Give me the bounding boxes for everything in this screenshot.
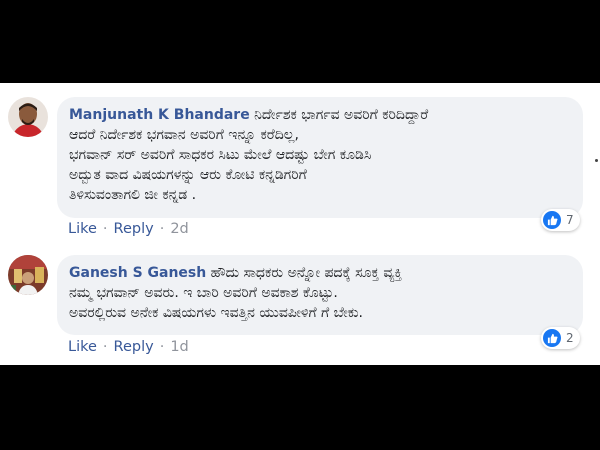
comment-text-line: ನಮ್ಮ ಭಗವಾನ್ ಅವರು. ಇ ಬಾರಿ ಅವರಿಗೆ ಅವಕಾಶ ಕೊ… xyxy=(69,285,338,301)
comment-text-line: ಭಗವಾನ್ ಸರ್ ಅವರಿಗೆ ಸಾಧಕರ ಸಿಟು ಮೇಲೆ ಆದಷ್ಟು… xyxy=(69,147,372,163)
reply-link[interactable]: Reply xyxy=(114,339,154,355)
separator: · xyxy=(159,221,165,237)
comment-text-line: ನಿರ್ದೇಶಕ ಭಾರ್ಗವ ಅವರಿಗೆ ಕರಿದಿದ್ದಾರೆ xyxy=(249,107,429,123)
comment-text-line: ಅದ್ಬುತ ವಾದ ವಿಷಯಗಳನ್ನು ಆರು ಕೋಟಿ ಕನ್ನಡಿಗರಿ… xyxy=(69,167,307,183)
comments-panel: Manjunath K Bhandare ನಿರ್ದೇಶಕ ಭಾರ್ಗವ ಅವರ… xyxy=(0,83,600,365)
separator: · xyxy=(159,339,165,355)
comment-author[interactable]: Ganesh S Ganesh xyxy=(69,265,206,281)
comment-actions: Like · Reply · 2d xyxy=(68,221,189,237)
reply-link[interactable]: Reply xyxy=(114,221,154,237)
comment-actions: Like · Reply · 1d xyxy=(68,339,189,355)
comment-text: Manjunath K Bhandare ನಿರ್ದೇಶಕ ಭಾರ್ಗವ ಅವರ… xyxy=(69,105,569,125)
comment-text-line: ತಿಳಿಸುವಂತಾಗಲಿ ಜೀ ಕನ್ನಡ . xyxy=(69,187,197,203)
comment-age[interactable]: 1d xyxy=(170,339,188,355)
separator: · xyxy=(102,339,108,355)
comment-text-line: ಆದರೆ ನಿರ್ದೇಶಕ ಭಗವಾನ ಅವರಿಗೆ ಇನ್ನೂ ಕರೆದಿಲ್… xyxy=(69,127,299,143)
comment-text-line: ಅವರಲ್ಲಿರುವ ಅನೇಕ ವಿಷಯಗಳು ಇವತ್ತಿನ ಯುವಪೀಳಿಗ… xyxy=(69,305,364,321)
more-dot-icon[interactable] xyxy=(595,159,598,162)
reaction-count: 2 xyxy=(566,331,574,345)
avatar[interactable] xyxy=(8,255,48,295)
reaction-badge[interactable]: 7 xyxy=(541,209,580,231)
like-link[interactable]: Like xyxy=(68,339,97,355)
like-reaction-icon xyxy=(543,211,561,229)
comment-age[interactable]: 2d xyxy=(170,221,188,237)
reaction-count: 7 xyxy=(566,213,574,227)
comment-text-line: ಹೌದು ಸಾಧಕರು ಅನ್ನೋ ಪದಕ್ಕೆ ಸೂಕ್ತ ವ್ಯಕ್ತಿ xyxy=(206,265,403,281)
comment-author[interactable]: Manjunath K Bhandare xyxy=(69,107,250,123)
comment-bubble: Ganesh S Ganesh ಹೌದು ಸಾಧಕರು ಅನ್ನೋ ಪದಕ್ಕೆ… xyxy=(57,255,583,335)
comment-text: Ganesh S Ganesh ಹೌದು ಸಾಧಕರು ಅನ್ನೋ ಪದಕ್ಕೆ… xyxy=(69,263,569,283)
reaction-badge[interactable]: 2 xyxy=(541,327,580,349)
like-reaction-icon xyxy=(543,329,561,347)
like-link[interactable]: Like xyxy=(68,221,97,237)
separator: · xyxy=(102,221,108,237)
avatar[interactable] xyxy=(8,97,48,137)
comment-bubble: Manjunath K Bhandare ನಿರ್ದೇಶಕ ಭಾರ್ಗವ ಅವರ… xyxy=(57,97,583,218)
